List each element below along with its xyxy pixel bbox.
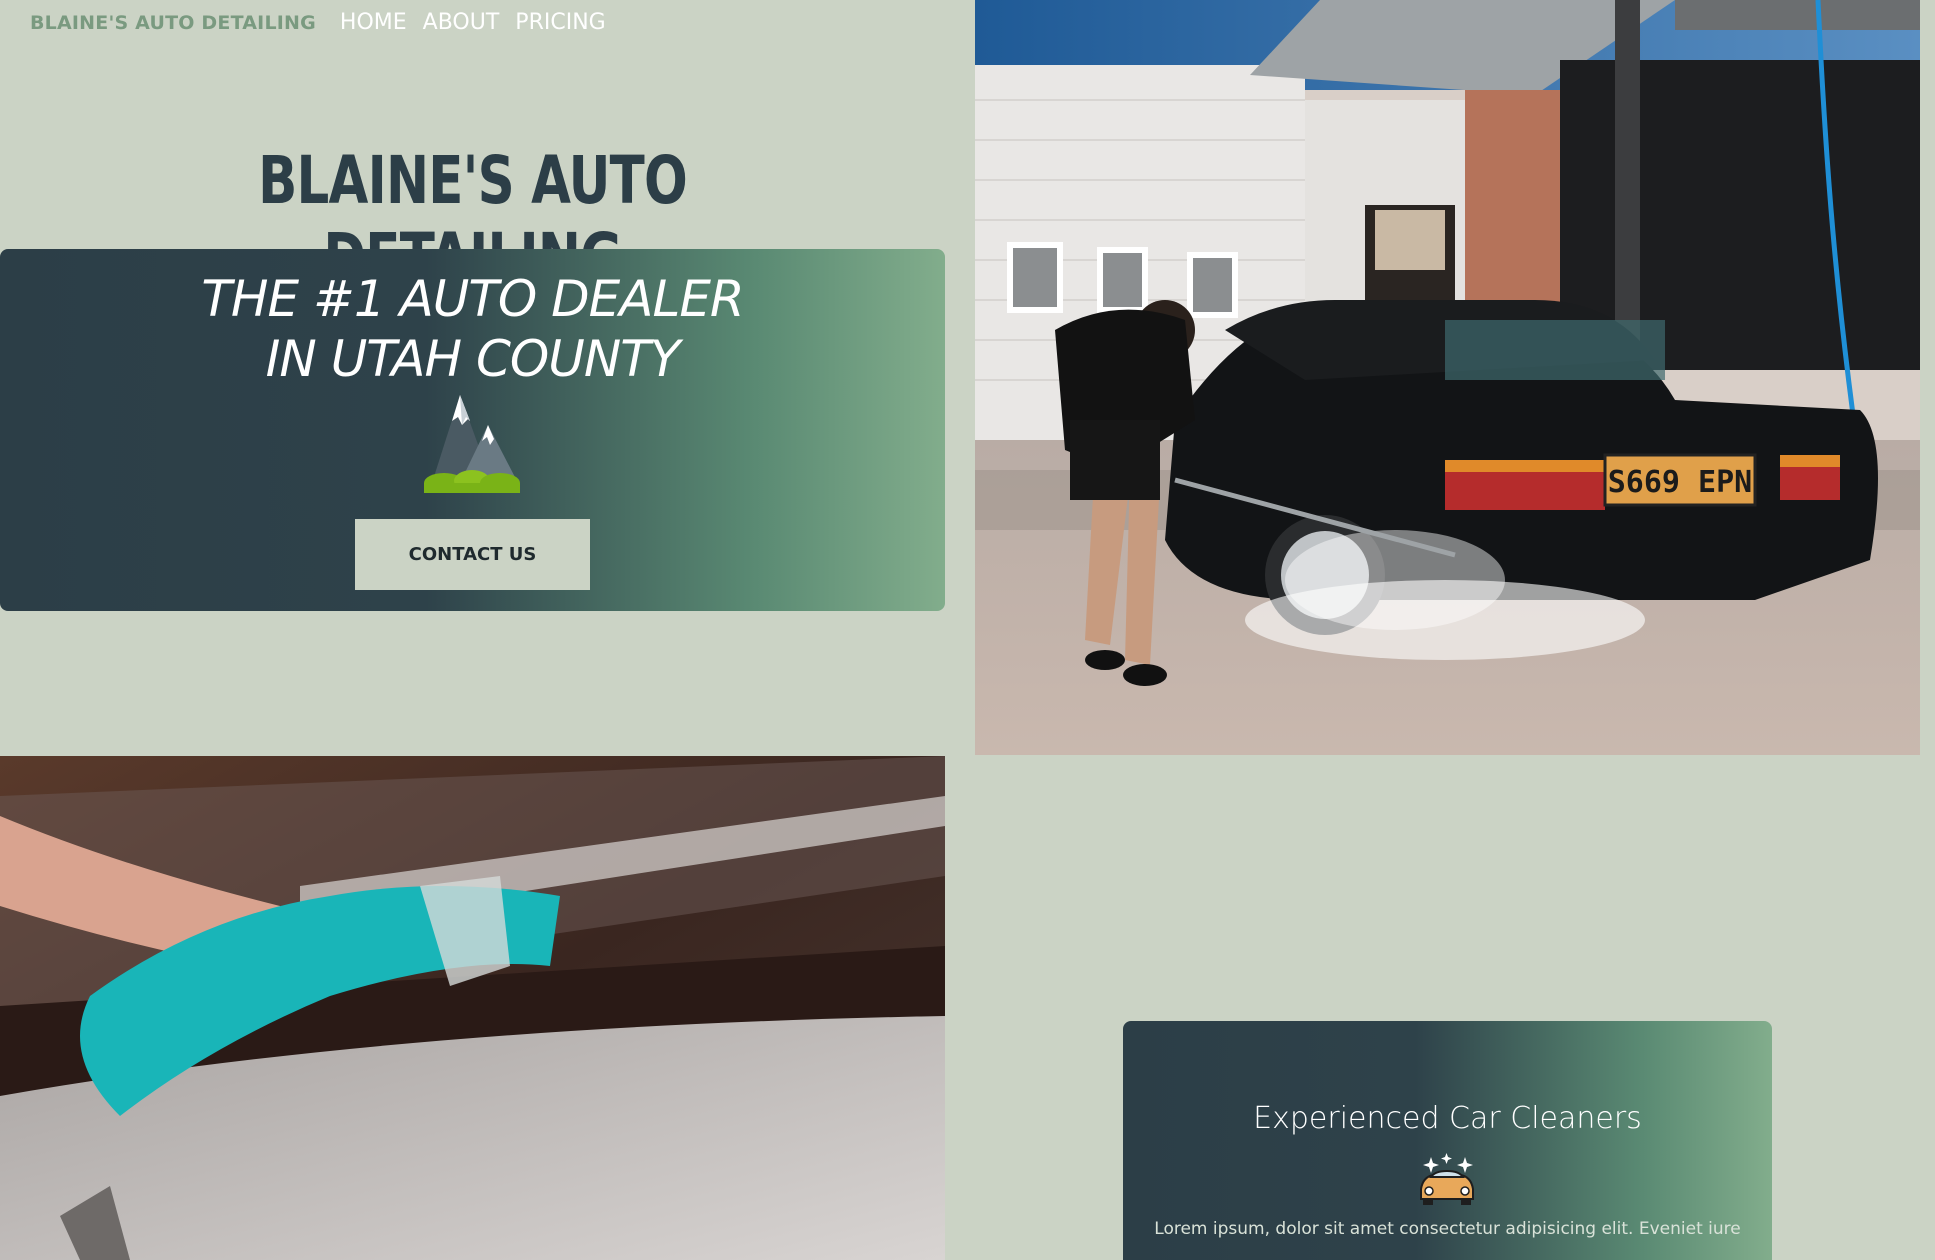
car-wash-image: S669 EPN (975, 0, 1920, 755)
sparkling-car-icon (1420, 1153, 1474, 1205)
feature-card: Experienced Car Cleaners Lorem ipsum, do… (1123, 1021, 1772, 1260)
mountain-icon (424, 395, 520, 493)
hero-card: THE #1 AUTO DEALER IN UTAH COUNTY CONTAC… (0, 249, 945, 611)
nav-link-about[interactable]: ABOUT (423, 10, 500, 35)
top-nav: BLAINE'S AUTO DETAILING HOME ABOUT PRICI… (30, 10, 622, 35)
nav-link-home[interactable]: HOME (340, 10, 407, 35)
feature-title: Experienced Car Cleaners (1253, 1101, 1642, 1136)
contact-us-button[interactable]: CONTACT US (355, 519, 590, 590)
car-polish-image (0, 756, 945, 1260)
nav-link-pricing[interactable]: PRICING (515, 10, 605, 35)
car-polish-photo (0, 756, 945, 1260)
hero-tagline: THE #1 AUTO DEALER IN UTAH COUNTY (0, 269, 945, 389)
tagline-line-2: IN UTAH COUNTY (265, 330, 681, 388)
page: BLAINE'S AUTO DETAILING HOME ABOUT PRICI… (0, 0, 1935, 1260)
tagline-line-1: THE #1 AUTO DEALER (201, 270, 744, 328)
brand-logo-text[interactable]: BLAINE'S AUTO DETAILING (30, 12, 316, 34)
license-plate-text: S669 EPN (1608, 465, 1753, 500)
feature-description: Lorem ipsum, dolor sit amet consectetur … (1154, 1219, 1741, 1239)
car-wash-photo: S669 EPN (975, 0, 1920, 755)
